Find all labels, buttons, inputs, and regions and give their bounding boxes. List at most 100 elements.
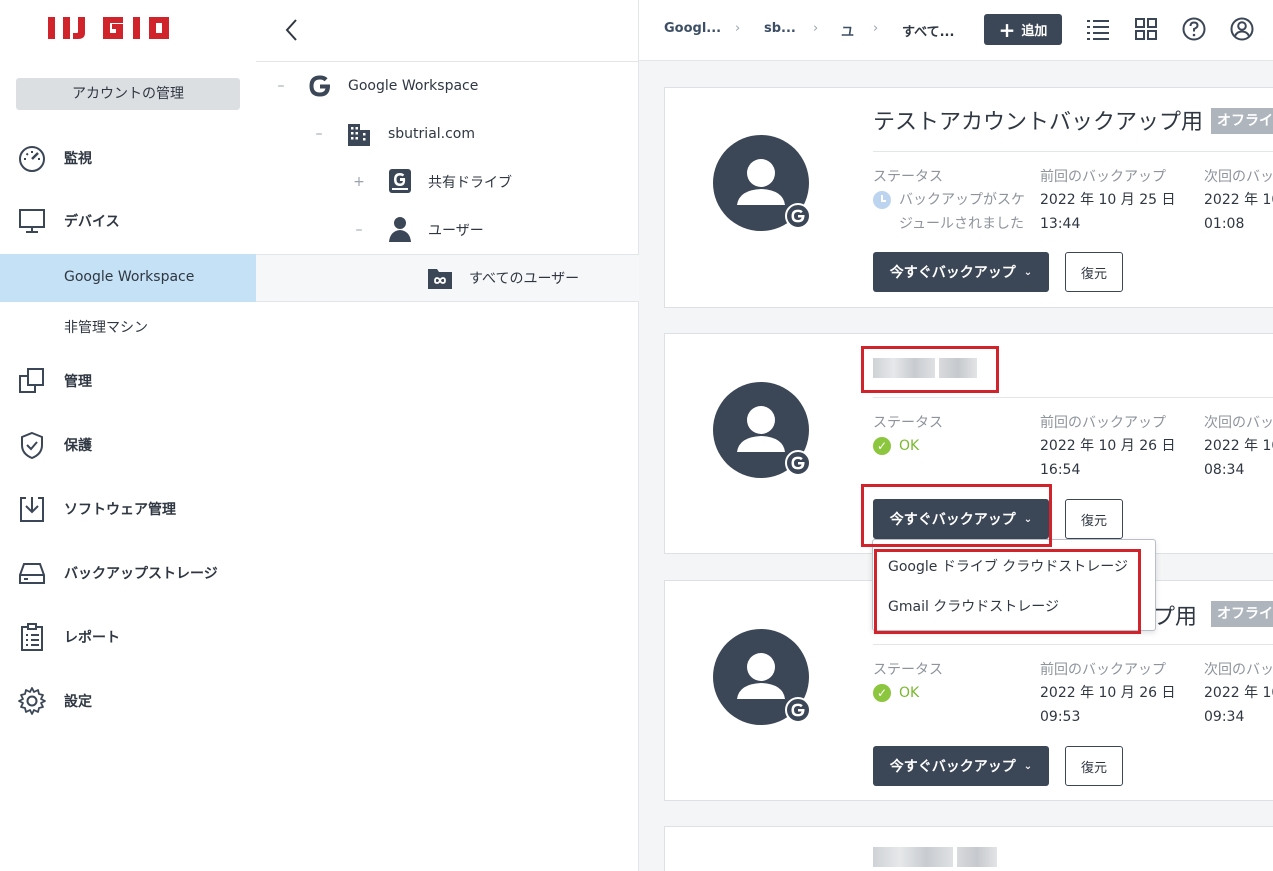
annotation-highlight-name xyxy=(861,346,999,393)
tree-toggle[interactable]: – xyxy=(312,126,326,142)
chevron-left-icon[interactable] xyxy=(282,17,302,43)
copy-icon xyxy=(19,368,44,393)
google-badge-icon xyxy=(785,697,811,723)
list-view-icon[interactable] xyxy=(1085,16,1111,42)
status-badge: オフライ xyxy=(1211,601,1273,627)
nav-monitoring[interactable]: 監視 xyxy=(0,136,256,180)
nav-management[interactable]: 管理 xyxy=(0,359,256,403)
breadcrumb-separator: › xyxy=(813,21,819,36)
nav-monitoring-label: 監視 xyxy=(64,151,92,167)
nav-management-label: 管理 xyxy=(64,374,92,390)
restore-button[interactable]: 復元 xyxy=(1065,499,1123,539)
tree-node-label: ユーザー xyxy=(428,223,484,239)
tree-node-domain[interactable]: – sbutrial.com xyxy=(256,110,639,158)
tree-node-shared-drives[interactable]: + 共有ドライブ xyxy=(256,158,639,206)
tree-node-google-workspace[interactable]: – Google Workspace xyxy=(256,62,639,110)
plus-icon: + xyxy=(998,17,1016,42)
building-icon xyxy=(348,124,370,146)
add-button-label: 追加 xyxy=(1021,24,1048,39)
breadcrumb-item[interactable]: Googl... xyxy=(664,21,721,36)
clock-icon xyxy=(873,191,891,209)
clipboard-icon xyxy=(21,623,43,651)
drive-icon xyxy=(19,563,45,584)
infinity-folder-icon xyxy=(428,269,452,289)
account-management-button[interactable]: アカウントの管理 xyxy=(16,78,240,110)
nav-google-workspace[interactable]: Google Workspace xyxy=(0,254,256,302)
next-backup-date: 2022 年 10 xyxy=(1204,192,1273,208)
nav-unmanaged-machines[interactable]: 非管理マシン xyxy=(0,302,256,350)
breadcrumb-separator: › xyxy=(735,21,741,36)
nav-protection[interactable]: 保護 xyxy=(0,423,256,467)
iij-gio-logo xyxy=(46,14,210,46)
tree-node-users[interactable]: – ユーザー xyxy=(256,206,639,254)
add-button[interactable]: + 追加 xyxy=(984,14,1062,45)
last-backup-label: 前回のバックアップ xyxy=(1040,169,1166,185)
annotation-highlight-dropdown xyxy=(874,549,1141,634)
next-backup-date: 2022 年 10 xyxy=(1204,685,1273,701)
tree-toggle[interactable]: – xyxy=(352,222,366,238)
next-backup-time: 08:34 xyxy=(1204,462,1245,478)
device-tree-panel: – Google Workspace – sbutrial.com + 共有ドラ… xyxy=(256,0,639,871)
gauge-icon xyxy=(19,146,45,172)
status-text-line1: バックアップがスケ xyxy=(899,192,1025,208)
last-backup-date: 2022 年 10 月 26 日 xyxy=(1040,438,1176,454)
status-ok: ✓ OK xyxy=(873,437,919,455)
status-label: ステータス xyxy=(873,169,943,185)
status-badge: オフライ xyxy=(1211,108,1273,134)
nav-software-management[interactable]: ソフトウェア管理 xyxy=(0,487,256,531)
last-backup-time: 09:53 xyxy=(1040,709,1081,725)
last-backup-label: 前回のバックアップ xyxy=(1040,662,1166,678)
nav-unmanaged-machines-label: 非管理マシン xyxy=(64,320,148,336)
next-backup-time: 01:08 xyxy=(1204,216,1245,232)
next-backup-date: 2022 年 10 xyxy=(1204,438,1273,454)
gear-icon xyxy=(18,687,46,715)
breadcrumb-current: すべて... xyxy=(902,25,955,40)
status-text: OK xyxy=(899,438,920,454)
monitor-icon xyxy=(19,209,45,233)
status-ok: ✓ OK xyxy=(873,684,919,702)
backup-now-label: 今すぐバックアップ xyxy=(889,759,1016,775)
nav-settings[interactable]: 設定 xyxy=(0,679,256,723)
google-icon xyxy=(309,75,331,97)
main-content: Googl... › sb... › ユ › すべて... + 追加 テストアカ… xyxy=(639,0,1273,871)
next-backup-label: 次回のバッ xyxy=(1204,169,1273,185)
google-badge-icon xyxy=(785,450,811,476)
tree-node-label: sbutrial.com xyxy=(388,126,476,142)
breadcrumb-item[interactable]: sb... xyxy=(764,21,796,36)
chevron-down-icon: ⌄ xyxy=(1023,760,1033,772)
check-circle-icon: ✓ xyxy=(873,684,891,702)
nav-devices-label: デバイス xyxy=(64,214,120,230)
google-badge-icon xyxy=(785,203,811,229)
sidebar: アカウントの管理 監視 デバイス Google Workspace 非管理マシン… xyxy=(0,0,256,871)
backup-now-button[interactable]: 今すぐバックアップ ⌄ xyxy=(873,746,1049,786)
last-backup-time: 13:44 xyxy=(1040,216,1081,232)
breadcrumb-item[interactable]: ユ xyxy=(841,21,854,40)
last-backup-date: 2022 年 10 月 26 日 xyxy=(1040,685,1176,701)
last-backup-label: 前回のバックアップ xyxy=(1040,415,1166,431)
shield-icon xyxy=(21,431,43,460)
nav-backup-storage[interactable]: バックアップストレージ xyxy=(0,551,256,595)
user-icon xyxy=(389,217,411,242)
next-backup-time: 09:34 xyxy=(1204,709,1245,725)
nav-reports[interactable]: レポート xyxy=(0,615,256,659)
tree-node-label: すべてのユーザー xyxy=(469,271,580,287)
status-label: ステータス xyxy=(873,662,943,678)
tree-node-all-users[interactable]: すべてのユーザー xyxy=(256,254,639,302)
nav-protection-label: 保護 xyxy=(64,438,92,454)
restore-button[interactable]: 復元 xyxy=(1065,252,1123,292)
restore-button[interactable]: 復元 xyxy=(1065,746,1123,786)
account-name: プ用 xyxy=(1153,605,1198,630)
grid-view-icon[interactable] xyxy=(1133,16,1159,42)
backup-now-button[interactable]: 今すぐバックアップ ⌄ xyxy=(873,252,1049,292)
next-backup-label: 次回のバッ xyxy=(1204,415,1273,431)
breadcrumb-separator: › xyxy=(873,21,879,36)
account-name: テストアカウントバックアップ用 xyxy=(873,110,1204,135)
divider xyxy=(873,151,1273,152)
tree-toggle[interactable]: + xyxy=(352,174,366,190)
help-icon[interactable] xyxy=(1181,16,1207,42)
status-label: ステータス xyxy=(873,415,943,431)
last-backup-date: 2022 年 10 月 25 日 xyxy=(1040,192,1176,208)
account-icon[interactable] xyxy=(1229,16,1255,42)
nav-devices[interactable]: デバイス xyxy=(0,199,256,243)
tree-toggle[interactable]: – xyxy=(274,78,288,94)
